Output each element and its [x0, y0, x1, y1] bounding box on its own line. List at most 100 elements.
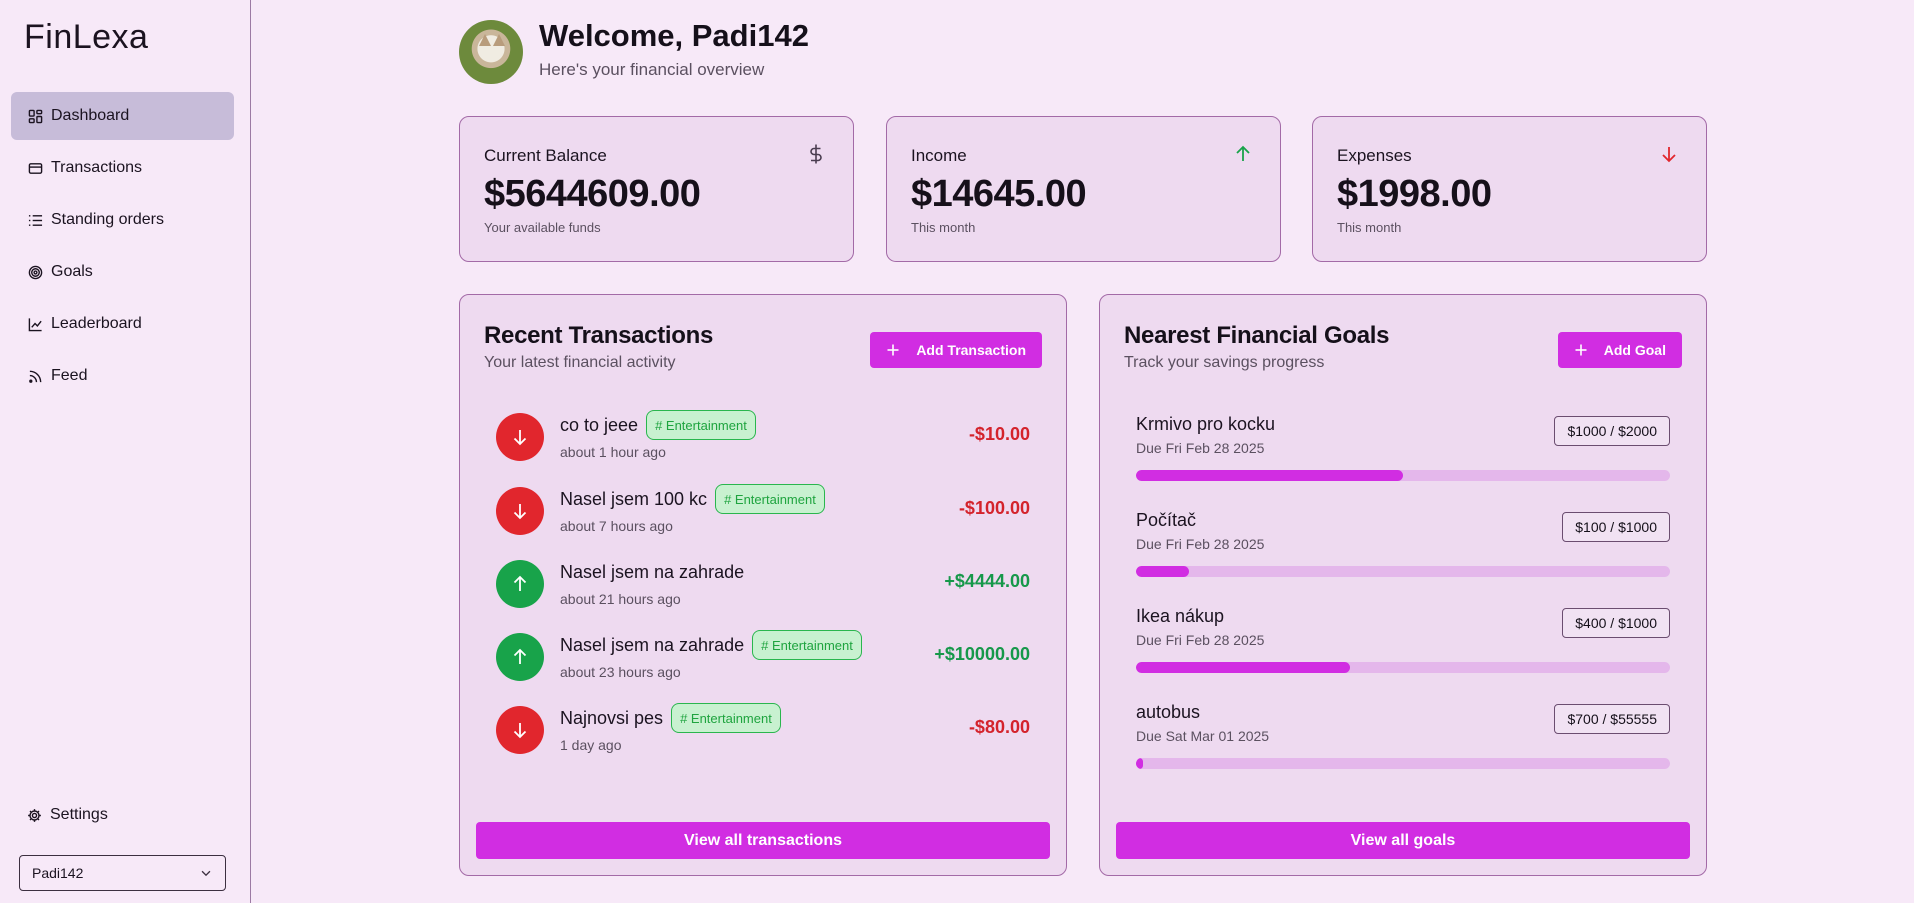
goal-progress-bar — [1136, 470, 1670, 481]
sidebar-item-label: Feed — [51, 367, 88, 384]
sidebar-item-feed[interactable]: Feed — [11, 352, 234, 400]
goal-progress-bar — [1136, 566, 1670, 577]
goal-item[interactable]: Počítač Due Fri Feb 28 2025 $100 / $1000 — [1136, 510, 1670, 586]
sidebar-item-label: Transactions — [51, 159, 142, 176]
transaction-row[interactable]: Nasel jsem 100 kc # Entertainment about … — [496, 481, 1030, 541]
sidebar: FinLexa Dashboard Transactions Standing … — [0, 0, 251, 903]
dollar-icon — [810, 144, 822, 164]
sidebar-item-label: Goals — [51, 263, 93, 280]
view-all-goals-button[interactable]: View all goals — [1116, 822, 1690, 859]
expenses-value: $1998.00 — [1337, 173, 1492, 215]
goal-due: Due Fri Feb 28 2025 — [1136, 632, 1265, 648]
arrow-down-icon — [496, 413, 544, 461]
goal-name: Ikea nákup — [1136, 606, 1225, 626]
transaction-name: Najnovsi pes — [560, 707, 664, 728]
add-transaction-button[interactable]: Add Transaction — [870, 332, 1042, 368]
transactions-title: Recent Transactions — [484, 322, 714, 349]
goal-item[interactable]: Krmivo pro kocku Due Fri Feb 28 2025 $10… — [1136, 414, 1670, 490]
goal-name: autobus — [1136, 702, 1201, 722]
financial-goals-panel: Nearest Financial Goals Track your savin… — [1099, 294, 1707, 876]
app-logo: FinLexa — [24, 18, 149, 56]
arrow-down-icon — [1662, 147, 1676, 163]
transaction-amount: -$80.00 — [968, 717, 1030, 737]
transaction-time: about 1 hour ago — [560, 444, 666, 460]
arrow-down-icon — [496, 487, 544, 535]
sidebar-item-standing-orders[interactable]: Standing orders — [11, 196, 234, 244]
chevron-down-icon — [201, 870, 211, 877]
category-tag: # Entertainment — [646, 410, 756, 440]
goal-progress-badge: $1000 / $2000 — [1554, 416, 1670, 446]
transaction-name: Nasel jsem na zahrade — [560, 634, 745, 655]
sidebar-item-label: Dashboard — [51, 107, 130, 124]
sidebar-item-leaderboard[interactable]: Leaderboard — [11, 300, 234, 348]
income-card: Income $14645.00 This month — [886, 116, 1281, 262]
income-value: $14645.00 — [911, 173, 1087, 215]
category-tag: # Entertainment — [715, 484, 825, 514]
plus-icon — [887, 344, 899, 356]
balance-value: $5644609.00 — [484, 173, 701, 215]
target-icon — [27, 264, 43, 280]
sidebar-nav: Dashboard Transactions Standing orders G… — [11, 92, 234, 404]
transaction-row[interactable]: Nasel jsem na zahrade # Entertainment ab… — [496, 627, 1030, 687]
transaction-name: co to jeee — [560, 414, 639, 435]
balance-card: Current Balance $5644609.00 Your availab… — [459, 116, 854, 262]
add-goal-label: Add Goal — [1603, 342, 1666, 358]
income-note: This month — [911, 220, 976, 235]
transaction-amount: -$10.00 — [968, 424, 1030, 444]
dashboard-icon — [27, 108, 43, 124]
user-select[interactable]: Padi142 — [19, 855, 226, 891]
arrow-up-icon — [496, 560, 544, 608]
sidebar-item-goals[interactable]: Goals — [11, 248, 234, 296]
page-title: Welcome, Padi142 — [539, 18, 809, 53]
goals-title: Nearest Financial Goals — [1124, 322, 1390, 349]
chart-line-icon — [27, 316, 43, 332]
expenses-label: Expenses — [1337, 146, 1412, 165]
arrow-up-icon — [496, 633, 544, 681]
goal-due: Due Sat Mar 01 2025 — [1136, 728, 1270, 744]
transaction-time: about 23 hours ago — [560, 664, 681, 680]
expenses-note: This month — [1337, 220, 1402, 235]
sidebar-item-transactions[interactable]: Transactions — [11, 144, 234, 192]
transaction-name: Nasel jsem 100 kc — [560, 488, 708, 509]
rss-icon — [27, 368, 43, 384]
balance-note: Your available funds — [484, 220, 601, 235]
transaction-name: Nasel jsem na zahrade — [560, 561, 745, 582]
card-icon — [27, 160, 43, 176]
transaction-row[interactable]: co to jeee # Entertainment about 1 hour … — [496, 407, 1030, 467]
transactions-subtitle: Your latest financial activity — [484, 354, 676, 371]
balance-label: Current Balance — [484, 146, 607, 165]
goal-item[interactable]: autobus Due Sat Mar 01 2025 $700 / $5555… — [1136, 702, 1670, 778]
transaction-amount: +$10000.00 — [934, 644, 1030, 664]
income-label: Income — [911, 146, 967, 165]
transaction-row[interactable]: Najnovsi pes # Entertainment 1 day ago -… — [496, 700, 1030, 760]
transaction-time: about 21 hours ago — [560, 591, 681, 607]
view-all-transactions-button[interactable]: View all transactions — [476, 822, 1050, 859]
add-goal-button[interactable]: Add Goal — [1557, 332, 1682, 368]
transaction-amount: +$4444.00 — [944, 571, 1030, 591]
goal-item[interactable]: Ikea nákup Due Fri Feb 28 2025 $400 / $1… — [1136, 606, 1670, 682]
user-select-value: Padi142 — [32, 865, 84, 881]
arrow-down-icon — [496, 706, 544, 754]
goal-name: Počítač — [1136, 510, 1197, 530]
list-icon — [27, 212, 43, 228]
recent-transactions-panel: Recent Transactions Your latest financia… — [459, 294, 1067, 876]
goal-progress-badge: $700 / $55555 — [1554, 704, 1670, 734]
transaction-time: about 7 hours ago — [560, 518, 673, 534]
settings-label: Settings — [50, 806, 108, 823]
goal-progress-bar — [1136, 662, 1670, 673]
transaction-time: 1 day ago — [560, 737, 622, 753]
sidebar-item-dashboard[interactable]: Dashboard — [11, 92, 234, 140]
sidebar-item-label: Standing orders — [51, 211, 164, 228]
transaction-row[interactable]: Nasel jsem na zahrade about 21 hours ago… — [496, 554, 1030, 614]
add-transaction-label: Add Transaction — [916, 342, 1026, 358]
transaction-amount: -$100.00 — [958, 498, 1030, 518]
category-tag: # Entertainment — [671, 703, 781, 733]
expenses-card: Expenses $1998.00 This month — [1312, 116, 1707, 262]
goals-subtitle: Track your savings progress — [1124, 354, 1325, 371]
goal-progress-badge: $100 / $1000 — [1562, 512, 1670, 542]
gear-icon — [28, 808, 41, 822]
avatar — [459, 20, 523, 84]
plus-icon — [1575, 344, 1587, 356]
arrow-up-icon — [1236, 145, 1250, 161]
sidebar-item-settings[interactable]: Settings — [27, 803, 108, 827]
